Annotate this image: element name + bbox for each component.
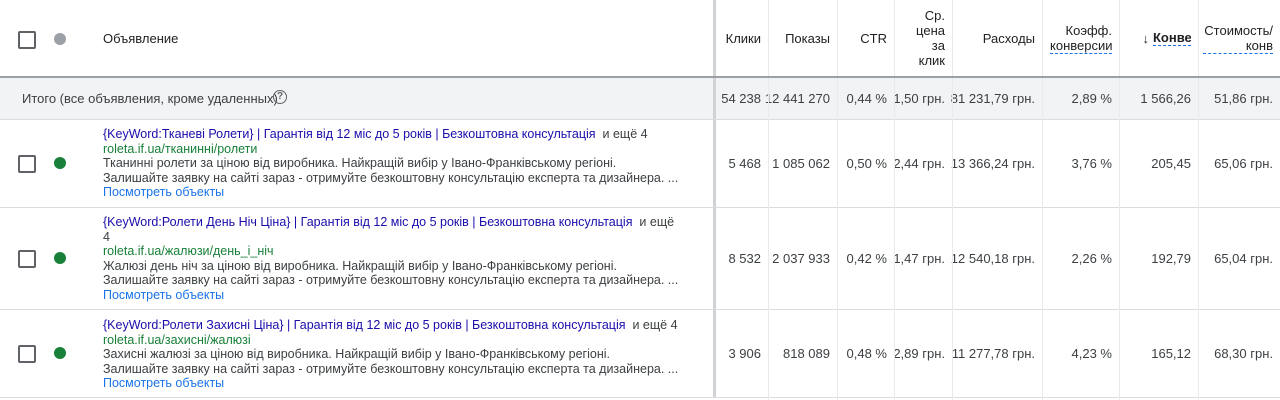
view-assets-link[interactable]: Посмотреть объекты — [103, 288, 683, 303]
ad-headline[interactable]: {KeyWord:Тканеві Ролети} | Гарантія від … — [103, 127, 596, 141]
cell-cost-per-conv: 65,04 грн. — [1214, 251, 1273, 266]
table-header: Объявление Клики Показы CTR Ср. цена за … — [0, 0, 1280, 78]
column-header-conversions[interactable]: ↓ Конве — [1119, 0, 1198, 76]
column-header-ctr[interactable]: CTR — [837, 0, 894, 76]
sort-descending-icon: ↓ — [1142, 30, 1150, 46]
cell-conversions: 205,45 — [1151, 156, 1191, 171]
column-header-cost-per-conv[interactable]: Стоимость/ конв — [1198, 0, 1280, 76]
row-checkbox[interactable] — [18, 155, 36, 173]
status-column-icon[interactable] — [54, 33, 66, 45]
column-header-clicks[interactable]: Клики — [716, 0, 768, 76]
cell-conv-rate: 3,76 % — [1071, 156, 1112, 171]
cell-conv-rate: 4,23 % — [1071, 346, 1112, 361]
ad-description: Захисні жалюзі за ціною від виробника. Н… — [103, 347, 610, 361]
table-row[interactable]: {KeyWord:Ролети День Ніч Ціна} | Гаранті… — [0, 208, 1280, 310]
ad-headline[interactable]: {KeyWord:Ролети Захисні Ціна} | Гарантія… — [103, 318, 626, 332]
cell-impressions: 1 085 062 — [772, 156, 830, 171]
ads-table: Объявление Клики Показы CTR Ср. цена за … — [0, 0, 1280, 400]
column-header-impressions[interactable]: Показы — [768, 0, 837, 76]
total-conversions: 1 566,26 — [1140, 91, 1191, 106]
cell-avg-cpc: 1,47 грн. — [893, 251, 945, 266]
cell-cost: 11 277,78 грн. — [951, 346, 1035, 361]
enabled-status-icon[interactable] — [54, 347, 66, 359]
cell-avg-cpc: 2,89 грн. — [893, 346, 945, 361]
more-headlines[interactable]: и ещё 4 — [632, 318, 677, 332]
cell-clicks: 8 532 — [728, 251, 761, 266]
cell-avg-cpc: 2,44 грн. — [893, 156, 945, 171]
total-label: Итого (все объявления, кроме удаленных) — [22, 91, 278, 106]
ad-description: Залишайте заявку на сайті зараз - отриму… — [103, 273, 679, 287]
total-clicks: 54 238 — [721, 91, 761, 106]
ad-preview: {KeyWord:Тканеві Ролети} | Гарантія від … — [103, 127, 683, 200]
ad-preview: {KeyWord:Ролети День Ніч Ціна} | Гаранті… — [103, 215, 683, 302]
total-row: Итого (все объявления, кроме удаленных) … — [0, 78, 1280, 120]
cell-conversions: 165,12 — [1151, 346, 1191, 361]
view-assets-link[interactable]: Посмотреть объекты — [103, 185, 683, 200]
cell-ctr: 0,48 % — [846, 346, 887, 361]
ad-headline[interactable]: {KeyWord:Ролети День Ніч Ціна} | Гаранті… — [103, 215, 632, 229]
total-conv-rate: 2,89 % — [1071, 91, 1112, 106]
total-cost: 81 231,79 грн. — [950, 91, 1035, 106]
ad-description: Жалюзі день ніч за ціною від виробника. … — [103, 258, 617, 273]
row-checkbox[interactable] — [18, 345, 36, 363]
ad-preview: {KeyWord:Ролети Захисні Ціна} | Гарантія… — [103, 318, 683, 391]
cell-conv-rate: 2,26 % — [1071, 251, 1112, 266]
table-row[interactable]: {KeyWord:Тканеві Ролети} | Гарантія від … — [0, 120, 1280, 208]
cell-impressions: 818 089 — [783, 346, 830, 361]
ad-description: Залишайте заявку на сайті зараз - отриму… — [103, 361, 679, 376]
row-checkbox[interactable] — [18, 250, 36, 268]
column-header-ad[interactable]: Объявление — [103, 31, 178, 46]
table-row[interactable]: {KeyWord:Ролети Захисні Ціна} | Гарантія… — [0, 310, 1280, 398]
ad-description: Тканинні ролети за ціною від виробника. … — [103, 156, 617, 170]
view-assets-link[interactable]: Посмотреть объекты — [103, 376, 683, 391]
enabled-status-icon[interactable] — [54, 157, 66, 169]
ad-description: Залишайте заявку на сайті зараз - отриму… — [103, 170, 679, 185]
cell-ctr: 0,42 % — [846, 251, 887, 266]
total-impressions: 12 441 270 — [764, 91, 830, 106]
help-icon[interactable]: ? — [273, 90, 287, 104]
cell-cost: 13 366,24 грн. — [950, 156, 1035, 171]
total-cost-per-conv: 51,86 грн. — [1214, 91, 1273, 106]
enabled-status-icon[interactable] — [54, 252, 66, 264]
ad-url[interactable]: roleta.if.ua/захисні/жалюзі — [103, 333, 683, 348]
select-all-checkbox[interactable] — [18, 31, 36, 49]
ad-url[interactable]: roleta.if.ua/тканинні/ролети — [103, 142, 683, 157]
total-avg-cpc: 1,50 грн. — [893, 91, 945, 106]
cell-ctr: 0,50 % — [846, 156, 887, 171]
cell-cost-per-conv: 65,06 грн. — [1214, 156, 1273, 171]
column-header-cost[interactable]: Расходы — [952, 0, 1042, 76]
ad-url[interactable]: roleta.if.ua/жалюзи/день_і_ніч — [103, 244, 683, 259]
cell-clicks: 5 468 — [728, 156, 761, 171]
cell-cost-per-conv: 68,30 грн. — [1214, 346, 1273, 361]
more-headlines[interactable]: и ещё 4 — [603, 127, 648, 141]
cell-conversions: 192,79 — [1151, 251, 1191, 266]
cell-clicks: 3 906 — [728, 346, 761, 361]
cell-impressions: 2 037 933 — [772, 251, 830, 266]
total-ctr: 0,44 % — [846, 91, 887, 106]
cell-cost: 12 540,18 грн. — [950, 251, 1035, 266]
column-header-avg-cpc[interactable]: Ср. цена за клик — [894, 0, 952, 76]
column-header-conv-rate[interactable]: Коэфф. конверсии — [1042, 0, 1119, 76]
